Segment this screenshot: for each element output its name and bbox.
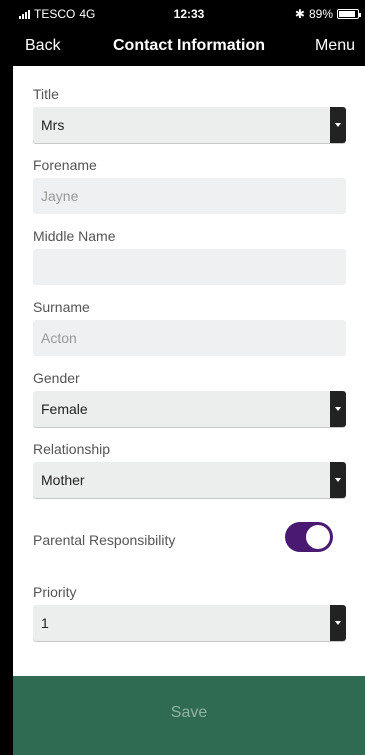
gender-label: Gender	[33, 370, 80, 386]
toggle-knob	[306, 525, 330, 549]
battery-icon	[337, 9, 361, 19]
relationship-label: Relationship	[33, 441, 111, 457]
surname-field[interactable]: Acton	[33, 320, 346, 356]
chevron-down-icon	[330, 462, 346, 498]
forename-value: Jayne	[41, 188, 79, 204]
title-select-value: Mrs	[41, 117, 65, 133]
parental-responsibility-toggle[interactable]	[285, 522, 333, 552]
parental-responsibility-label: Parental Responsibility	[33, 532, 176, 548]
gender-select-value: Female	[41, 401, 88, 417]
battery-fill	[339, 11, 355, 17]
relationship-select[interactable]: Mother	[33, 462, 346, 498]
title-select[interactable]: Mrs	[33, 107, 346, 143]
priority-select[interactable]: 1	[33, 605, 346, 641]
contact-form: Title Mrs Forename Jayne Middle Name Sur…	[13, 66, 365, 676]
surname-label: Surname	[33, 299, 90, 315]
navigation-bar: Back Contact Information Menu	[13, 28, 365, 66]
middle-name-label: Middle Name	[33, 228, 116, 244]
forename-label: Forename	[33, 157, 97, 173]
priority-select-value: 1	[41, 615, 49, 631]
forename-field[interactable]: Jayne	[33, 178, 346, 214]
status-right: ✱ 89%	[294, 7, 361, 21]
chevron-down-icon	[330, 605, 346, 641]
relationship-select-value: Mother	[41, 472, 85, 488]
gender-select[interactable]: Female	[33, 391, 346, 427]
battery-percent: 89%	[308, 7, 333, 21]
chevron-down-icon	[330, 391, 346, 427]
phone-frame: TESCO 4G 12:33 ✱ 89% Back Contact Inform…	[13, 0, 365, 755]
priority-label: Priority	[33, 584, 77, 600]
page-title: Contact Information	[113, 37, 265, 54]
menu-button[interactable]: Menu	[315, 37, 355, 55]
bluetooth-icon: ✱	[294, 7, 305, 21]
save-button[interactable]: Save	[13, 704, 365, 722]
middle-name-field[interactable]	[33, 249, 346, 285]
chevron-down-icon	[330, 107, 346, 143]
surname-value: Acton	[41, 330, 77, 346]
title-label: Title	[33, 86, 59, 102]
status-bar: TESCO 4G 12:33 ✱ 89%	[13, 0, 365, 28]
save-bar: Save	[13, 676, 365, 755]
